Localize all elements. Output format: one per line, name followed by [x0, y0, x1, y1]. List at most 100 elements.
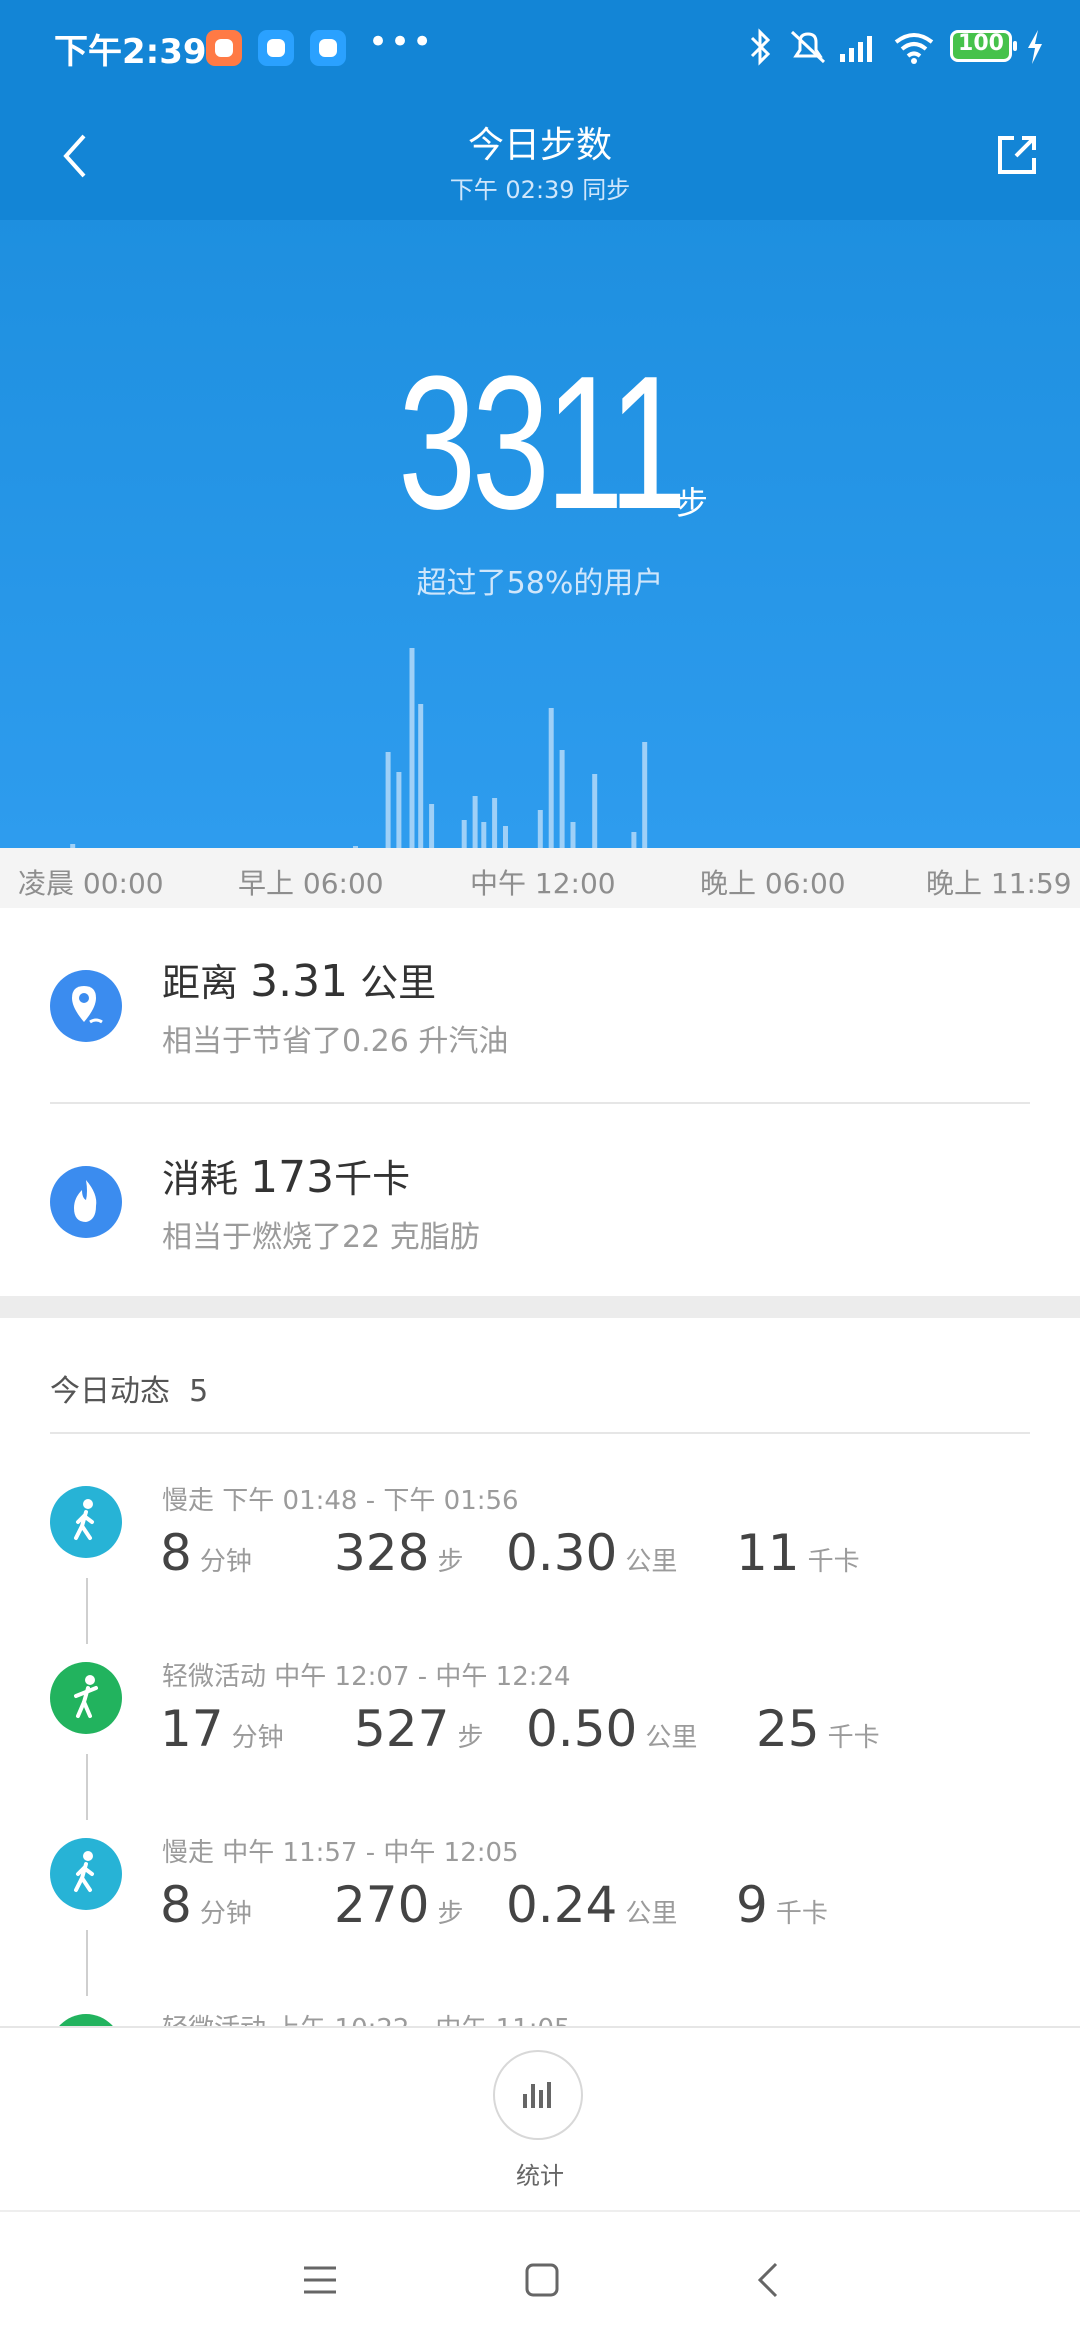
minutes-value: 8	[160, 1876, 192, 1934]
bottom-bar: 统计	[0, 2026, 1080, 2212]
activity-type: 慢走	[162, 1838, 215, 1868]
chart-bar	[385, 752, 391, 848]
activity-item[interactable]: 轻微活动 中午 12:07 - 中午 12:24 17 分钟 527 步 0.50 公…	[0, 1642, 1080, 1820]
chart-bar	[396, 772, 402, 848]
chart-bar	[481, 822, 487, 848]
km-value: 0.24	[506, 1876, 618, 1934]
metric-distance: 0.30 公里	[506, 1524, 677, 1582]
unit-km: 公里	[625, 1547, 678, 1577]
bluetooth-icon	[750, 28, 771, 66]
walking-icon	[50, 1486, 122, 1558]
distance-unit: 公里	[360, 961, 437, 1005]
timeline-line	[86, 1578, 88, 1644]
chart-bar	[559, 750, 565, 848]
km-value: 0.50	[526, 1700, 638, 1758]
chart-bar	[570, 822, 576, 848]
chat-app-icon	[258, 30, 294, 66]
stats-button[interactable]	[493, 2050, 583, 2140]
activity-time: 上午 10:22 - 中午 11:05	[274, 2014, 570, 2026]
unit-min: 分钟	[199, 1899, 252, 1929]
app-header: 今日步数 下午 02:39 同步	[0, 96, 1080, 220]
signal-icon	[840, 36, 872, 62]
unit-kcal: 千卡	[775, 1899, 828, 1929]
activity-item[interactable]: 慢走 中午 11:57 - 中午 12:05 8 分钟 270 步 0.24 公里 9…	[0, 1818, 1080, 1996]
bars-svg	[70, 648, 648, 848]
system-nav-bar	[0, 2210, 1080, 2342]
sync-time: 下午 02:39 同步	[449, 176, 631, 204]
chart-bar	[418, 704, 424, 848]
activity-header: 慢走 下午 01:48 - 下午 01:56	[162, 1480, 519, 1517]
metric-calories: 25 千卡	[756, 1700, 880, 1758]
feed-title: 今日动态 5	[50, 1366, 208, 1410]
activity-item[interactable]: 轻微活动 上午 10:22 - 中午 11:05	[0, 1994, 1080, 2026]
metric-steps: 270 步	[334, 1876, 463, 1934]
location-icon	[50, 970, 122, 1042]
battery-level: 100	[958, 31, 1004, 56]
calories-unit: 千卡	[334, 1157, 411, 1201]
chart-bar	[537, 810, 543, 848]
tick-label: 凌晨 00:00	[18, 867, 164, 900]
minutes-value: 8	[160, 1524, 192, 1582]
more-notifications-icon: •••	[368, 22, 435, 62]
feed-count: 5	[189, 1374, 209, 1409]
metric-minutes: 8 分钟	[160, 1876, 252, 1934]
steps-value: 328	[334, 1524, 430, 1582]
status-time: 下午2:39	[54, 32, 207, 72]
time-axis: 凌晨 00:00 早上 06:00 中午 12:00 晚上 06:00 晚上 1…	[0, 848, 1080, 908]
activity-item[interactable]: 慢走 下午 01:48 - 下午 01:56 8 分钟 328 步 0.30 公里 1…	[0, 1466, 1080, 1644]
unit-kcal: 千卡	[807, 1547, 860, 1577]
chart-bar	[472, 796, 478, 848]
distance-note: 相当于节省了0.26 升汽油	[162, 1024, 509, 1059]
metric-calories: 11 千卡	[736, 1524, 860, 1582]
flame-icon	[50, 1166, 122, 1238]
steps-count: 3311	[397, 337, 687, 549]
unit-min: 分钟	[199, 1547, 252, 1577]
metric-distance: 0.24 公里	[506, 1876, 677, 1934]
page-title: 今日步数	[467, 125, 612, 166]
unit-step: 步	[457, 1723, 484, 1753]
tick-label: 中午 12:00	[470, 867, 616, 900]
menu-icon[interactable]	[296, 2256, 344, 2304]
activity-time: 中午 11:57 - 中午 12:05	[222, 1838, 519, 1868]
chart-bar	[592, 774, 598, 848]
calories-value: 173	[250, 1152, 335, 1203]
metric-calories: 9 千卡	[736, 1876, 828, 1934]
distance-label: 距离	[162, 961, 239, 1005]
unit-km: 公里	[625, 1899, 678, 1929]
home-icon[interactable]	[518, 2256, 566, 2304]
steps-value: 527	[354, 1700, 450, 1758]
chart-bar	[492, 798, 498, 848]
status-bar: 下午2:39 ••• 100	[0, 0, 1080, 96]
activity-time: 中午 12:07 - 中午 12:24	[274, 1662, 571, 1692]
hourly-steps-chart	[0, 620, 1080, 848]
share-icon[interactable]	[994, 132, 1040, 178]
timeline-line	[86, 1754, 88, 1820]
chart-bar	[461, 820, 467, 848]
minutes-value: 17	[160, 1700, 224, 1758]
chart-bar	[642, 742, 648, 848]
activity-header: 慢走 中午 11:57 - 中午 12:05	[162, 1832, 519, 1869]
metric-steps: 328 步	[334, 1524, 463, 1582]
mi-store-icon	[206, 30, 242, 66]
chat-app-icon-2	[310, 30, 346, 66]
steps-count-wrap: 3311	[0, 348, 1080, 538]
unit-kcal: 千卡	[827, 1723, 880, 1753]
unit-km: 公里	[645, 1723, 698, 1753]
activity-header: 轻微活动 上午 10:22 - 中午 11:05	[162, 2008, 571, 2026]
chart-bar	[631, 832, 637, 848]
activity-type: 慢走	[162, 1486, 215, 1516]
chart-bar	[503, 826, 508, 848]
back-nav-icon[interactable]	[746, 2256, 794, 2304]
activity-type: 轻微活动	[162, 2014, 266, 2026]
metric-distance: 0.50 公里	[526, 1700, 697, 1758]
metric-steps: 527 步	[354, 1700, 483, 1758]
chart-bar	[409, 648, 415, 848]
activity-type: 轻微活动	[162, 1662, 267, 1692]
activity-header: 轻微活动 中午 12:07 - 中午 12:24	[162, 1656, 571, 1693]
unit-step: 步	[437, 1899, 464, 1929]
chart-bar	[548, 708, 554, 848]
unit-min: 分钟	[231, 1723, 284, 1753]
timeline-line	[86, 1930, 88, 1996]
tick-label: 晚上 06:00	[700, 867, 846, 900]
tick-label: 晚上 11:59	[926, 867, 1072, 900]
